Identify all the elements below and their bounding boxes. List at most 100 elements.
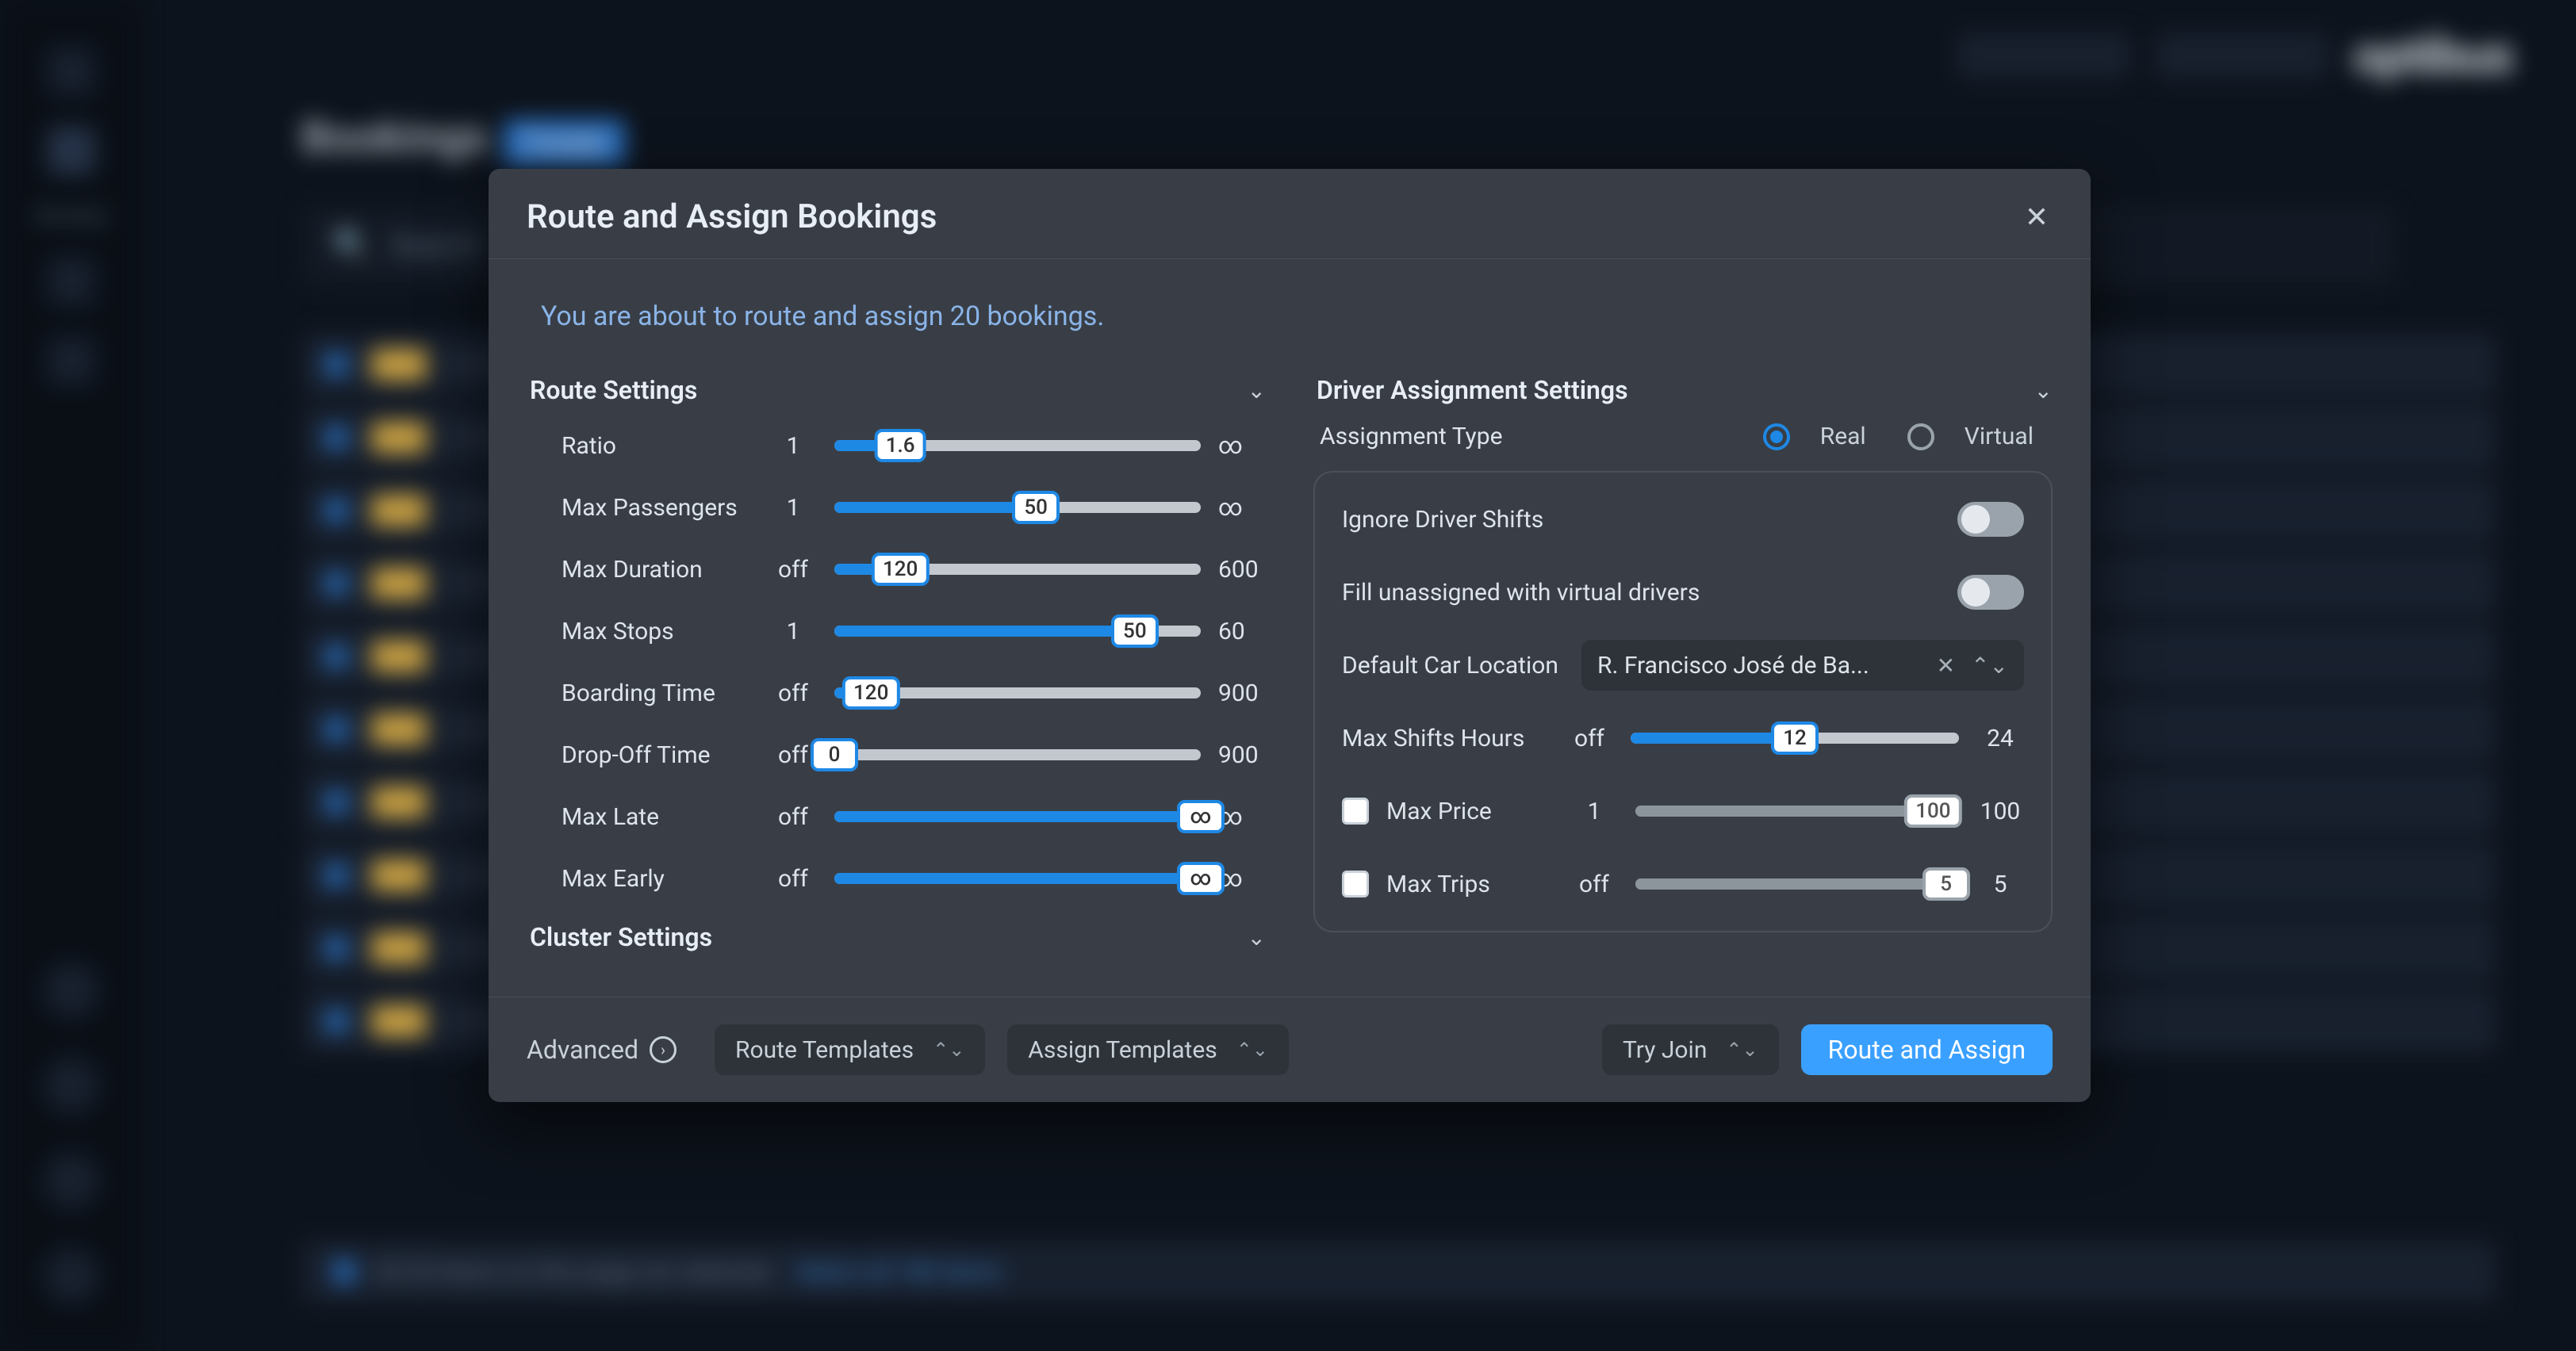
route-assign-modal: Route and Assign Bookings ✕ You are abou… (489, 169, 2091, 1102)
route-setting-value: ∞ (1177, 800, 1225, 833)
max-shift-hours-max: 24 (1976, 725, 2024, 752)
max-shift-hours-label: Max Shifts Hours (1342, 725, 1548, 752)
advanced-icon: › (650, 1036, 677, 1063)
caret-icon: ⌃⌄ (1236, 1039, 1268, 1061)
radio-virtual[interactable] (1907, 423, 1934, 450)
route-setting-value: 0 (811, 738, 858, 771)
route-setting-label: Boarding Time (562, 679, 752, 707)
driver-settings-column: Driver Assignment Settings ⌄ Assignment … (1313, 361, 2053, 970)
route-setting-row: Max Passengers150∞ (562, 484, 1266, 530)
modal-body: You are about to route and assign 20 boo… (489, 259, 2091, 997)
route-setting-row: Max Stops15060 (562, 608, 1266, 654)
route-setting-slider[interactable]: 0 (834, 739, 1201, 771)
route-setting-value: 120 (842, 676, 899, 710)
try-join-select[interactable]: Try Join ⌃⌄ (1602, 1024, 1779, 1075)
radio-real[interactable] (1763, 423, 1790, 450)
route-setting-min: off (769, 803, 817, 831)
page-title: Bookings (301, 111, 488, 163)
route-setting-min: off (769, 679, 817, 707)
fill-virtual-toggle[interactable] (1957, 575, 2024, 610)
route-and-assign-label: Route and Assign (1828, 1035, 2026, 1065)
route-setting-row: Drop-Off Timeoff0900 (562, 732, 1266, 778)
route-setting-slider[interactable]: 50 (834, 615, 1201, 647)
route-setting-row: Max Durationoff120600 (562, 546, 1266, 592)
default-location-label: Default Car Location (1342, 652, 1564, 679)
max-price-checkbox[interactable] (1342, 798, 1369, 825)
default-location-select[interactable]: R. Francisco José de Ba... ✕ ⌃⌄ (1581, 640, 2024, 691)
route-settings-rows: Ratio11.6∞Max Passengers150∞Max Duration… (527, 423, 1266, 901)
route-settings-title: Route Settings (530, 375, 697, 405)
max-shift-hours-min: off (1566, 725, 1613, 752)
fill-virtual-label: Fill unassigned with virtual drivers (1342, 579, 1940, 607)
page-title-area: Bookings Create (301, 111, 625, 163)
route-setting-max: ∞ (1218, 803, 1266, 831)
selection-footer: All 20 items on this page are selected. … (301, 1240, 2497, 1303)
advanced-label: Advanced (527, 1035, 638, 1065)
assign-templates-label: Assign Templates (1028, 1036, 1217, 1064)
nav-trips-icon (48, 48, 95, 95)
driver-settings-header[interactable]: Driver Assignment Settings ⌄ (1317, 375, 2053, 405)
max-trips-row: Max Trips off 5 5 (1342, 861, 2024, 907)
max-trips-slider[interactable]: 5 (1635, 868, 1959, 900)
route-setting-min: off (769, 556, 817, 584)
advanced-toggle[interactable]: Advanced › (527, 1035, 677, 1065)
route-setting-row: Max Lateoff∞∞ (562, 794, 1266, 840)
route-setting-slider[interactable]: ∞ (834, 863, 1201, 894)
max-trips-min: off (1570, 871, 1618, 898)
route-setting-max: ∞ (1218, 432, 1266, 460)
ignore-shifts-row: Ignore Driver Shifts (1342, 496, 2024, 542)
route-setting-min: off (769, 865, 817, 893)
route-setting-value: 50 (1012, 491, 1060, 524)
radio-real-label: Real (1820, 423, 1866, 450)
route-and-assign-button[interactable]: Route and Assign (1801, 1024, 2053, 1075)
brand-logo: optibus (2353, 26, 2513, 86)
route-setting-min: off (769, 741, 817, 769)
max-trips-max: 5 (1976, 871, 2024, 898)
close-icon[interactable]: ✕ (2021, 201, 2053, 233)
max-shift-hours-row: Max Shifts Hours off 12 24 (1342, 715, 2024, 761)
cluster-settings-title: Cluster Settings (530, 922, 712, 952)
modal-title: Route and Assign Bookings (527, 197, 937, 236)
route-settings-header[interactable]: Route Settings ⌄ (530, 375, 1266, 405)
route-setting-value: ∞ (1177, 862, 1225, 895)
assignment-type-label: Assignment Type (1320, 423, 1741, 450)
route-setting-max: ∞ (1218, 865, 1266, 893)
route-setting-label: Ratio (562, 432, 752, 460)
max-shift-hours-value: 12 (1771, 721, 1819, 755)
ignore-shifts-label: Ignore Driver Shifts (1342, 506, 1940, 534)
route-setting-slider[interactable]: 120 (834, 677, 1201, 709)
max-price-slider[interactable]: 100 (1635, 795, 1959, 827)
modal-header: Route and Assign Bookings ✕ (489, 169, 2091, 259)
max-trips-label: Max Trips (1386, 871, 1553, 898)
page-badge: Create (504, 120, 625, 166)
route-setting-max: ∞ (1218, 494, 1266, 522)
route-setting-min: 1 (769, 618, 817, 645)
route-setting-label: Drop-Off Time (562, 741, 752, 769)
route-setting-row: Max Earlyoff∞∞ (562, 855, 1266, 901)
route-setting-row: Ratio11.6∞ (562, 423, 1266, 469)
max-price-max: 100 (1976, 798, 2024, 825)
route-setting-slider[interactable]: 1.6 (834, 430, 1201, 461)
cluster-settings-header[interactable]: Cluster Settings ⌄ (530, 922, 1266, 952)
max-shift-hours-slider[interactable]: 12 (1631, 722, 1959, 754)
max-price-value: 100 (1904, 794, 1961, 828)
max-price-label: Max Price (1386, 798, 1553, 825)
nav-bookings-label: Bookings (35, 206, 107, 226)
route-setting-label: Max Stops (562, 618, 752, 645)
max-price-min: 1 (1570, 798, 1618, 825)
route-settings-column: Route Settings ⌄ Ratio11.6∞Max Passenger… (527, 361, 1266, 970)
ignore-shifts-toggle[interactable] (1957, 502, 2024, 537)
assign-templates-select[interactable]: Assign Templates ⌃⌄ (1007, 1024, 1289, 1075)
route-setting-max: 900 (1218, 679, 1266, 707)
max-trips-checkbox[interactable] (1342, 871, 1369, 897)
route-setting-label: Max Late (562, 803, 752, 831)
try-join-label: Try Join (1623, 1036, 1707, 1064)
nav-drivers-icon (48, 258, 95, 305)
route-setting-max: 900 (1218, 741, 1266, 769)
route-setting-slider[interactable]: 120 (834, 553, 1201, 585)
route-setting-slider[interactable]: ∞ (834, 801, 1201, 832)
clear-icon[interactable]: ✕ (1937, 653, 1955, 679)
fill-virtual-row: Fill unassigned with virtual drivers (1342, 569, 2024, 615)
route-setting-slider[interactable]: 50 (834, 492, 1201, 523)
route-templates-select[interactable]: Route Templates ⌃⌄ (715, 1024, 985, 1075)
